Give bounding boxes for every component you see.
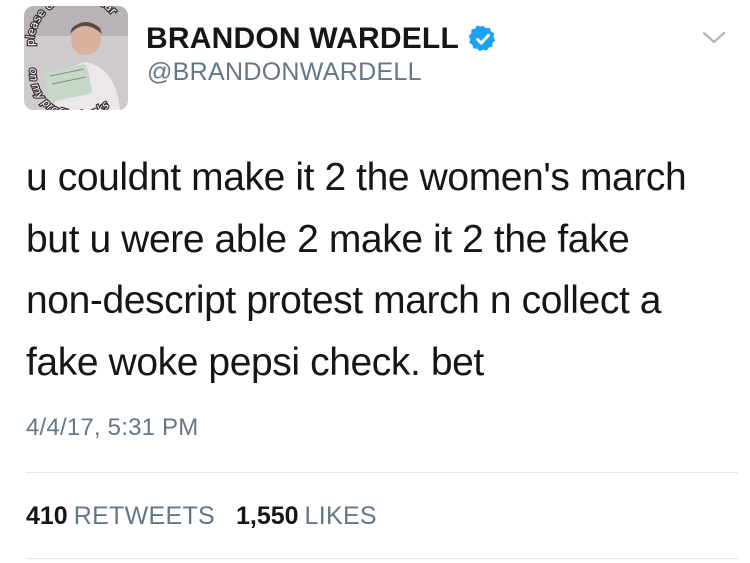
likes-label: LIKES [304, 502, 377, 530]
likes-stat[interactable]: 1,550 LIKES [236, 502, 377, 531]
verified-badge-icon [468, 25, 496, 52]
chevron-down-icon[interactable] [700, 28, 728, 48]
author-name-row[interactable]: BRANDON WARDELL [146, 22, 498, 56]
likes-count: 1,550 [235, 502, 299, 530]
tweet-timestamp[interactable]: 4/4/17, 5:31 PM [26, 414, 198, 442]
divider [26, 558, 738, 559]
tweet-line: fake woke pepsi check. bet [26, 340, 484, 384]
avatar-image: please do not swear on my profile thanks [24, 6, 128, 110]
user-handle[interactable]: @BRANDONWARDELL [147, 58, 422, 87]
tweet-line: u couldnt make it 2 the women's march [26, 156, 687, 199]
avatar[interactable]: please do not swear on my profile thanks [24, 6, 128, 110]
tweet-line: non-descript protest march n collect a [26, 279, 662, 322]
retweets-label: RETWEETS [73, 502, 216, 530]
retweets-count: 410 [26, 502, 68, 530]
divider [26, 472, 738, 473]
tweet-line: but u were able 2 make it 2 the fake [26, 217, 630, 261]
display-name[interactable]: BRANDON WARDELL [146, 22, 459, 56]
retweets-stat[interactable]: 410 RETWEETS [26, 502, 215, 531]
tweet-stats: 410 RETWEETS 1,550 LIKES [26, 502, 391, 531]
tweet-text: u couldnt make it 2 the women's march bu… [26, 147, 741, 393]
